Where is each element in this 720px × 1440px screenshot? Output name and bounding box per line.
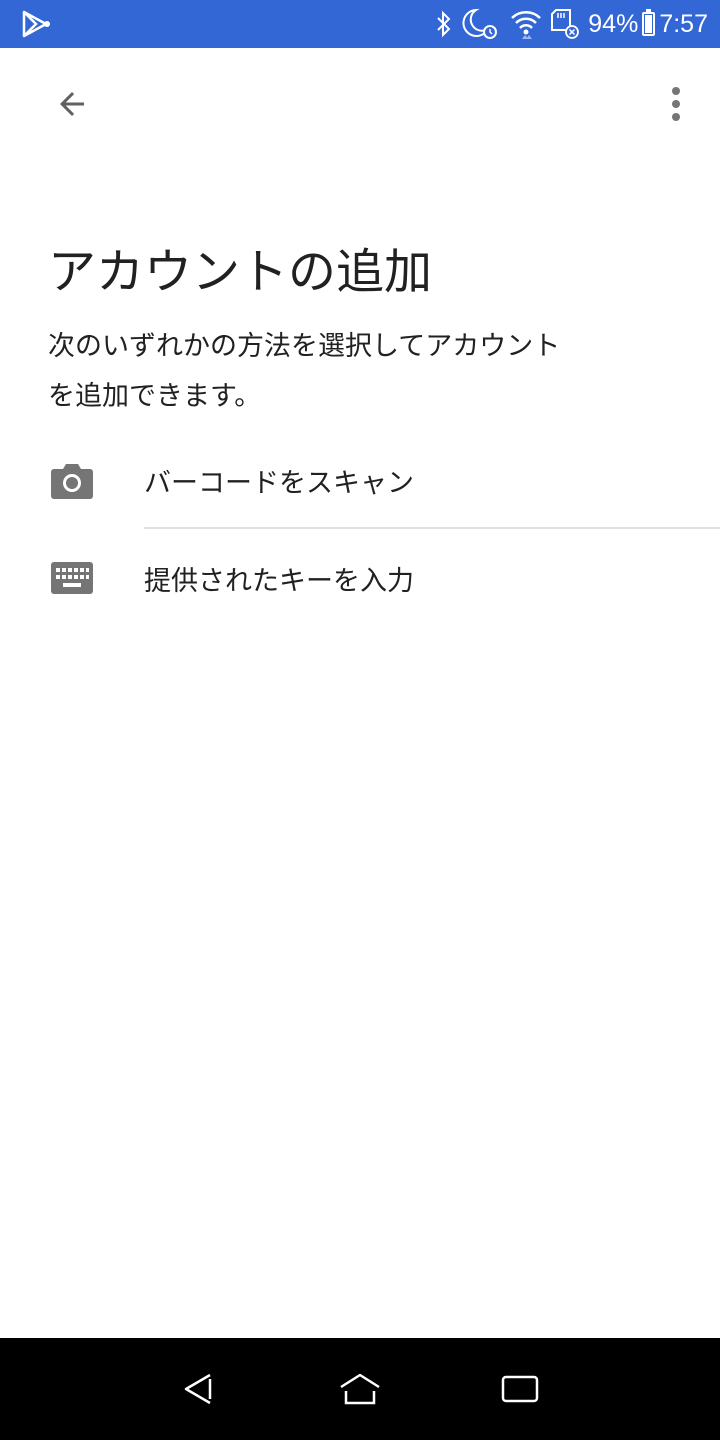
bluetooth-icon (434, 10, 454, 38)
description-line: 次のいずれかの方法を選択してアカウント (48, 331, 561, 362)
arrow-back-icon (60, 92, 84, 116)
description-line: を追加できます。 (48, 381, 262, 412)
page-title: アカウントの追加 (48, 244, 433, 300)
battery-icon (642, 9, 656, 36)
nav-home-icon (340, 1373, 380, 1405)
status-bar: 94% 7:57 (0, 0, 720, 48)
nav-recents-icon (501, 1375, 539, 1403)
enter-key-option[interactable]: 提供されたキーを入力 (0, 529, 720, 627)
camera-icon (50, 460, 94, 500)
nav-recents-button[interactable] (490, 1364, 550, 1414)
page-description: 次のいずれかの方法を選択してアカウント を追加できます。 (48, 322, 608, 422)
wifi-icon (510, 8, 542, 40)
navigation-bar (0, 1338, 720, 1440)
status-time: 7:57 (659, 10, 708, 38)
nav-back-button[interactable] (170, 1364, 230, 1414)
battery-percent: 94% (588, 10, 639, 38)
app-bar (0, 48, 720, 160)
more-options-button[interactable] (652, 76, 700, 132)
scan-barcode-label: バーコードをスキャン (144, 467, 414, 499)
more-vert-icon (672, 87, 680, 121)
sd-card-icon (550, 8, 580, 40)
keyboard-icon (50, 558, 94, 598)
back-button[interactable] (44, 76, 100, 132)
nav-back-icon (184, 1373, 212, 1405)
nav-home-button[interactable] (330, 1364, 390, 1414)
scan-barcode-option[interactable]: バーコードをスキャン (0, 431, 720, 529)
enter-key-label: 提供されたキーを入力 (144, 565, 414, 597)
play-store-icon (22, 10, 50, 38)
night-alarm-icon (462, 7, 502, 41)
